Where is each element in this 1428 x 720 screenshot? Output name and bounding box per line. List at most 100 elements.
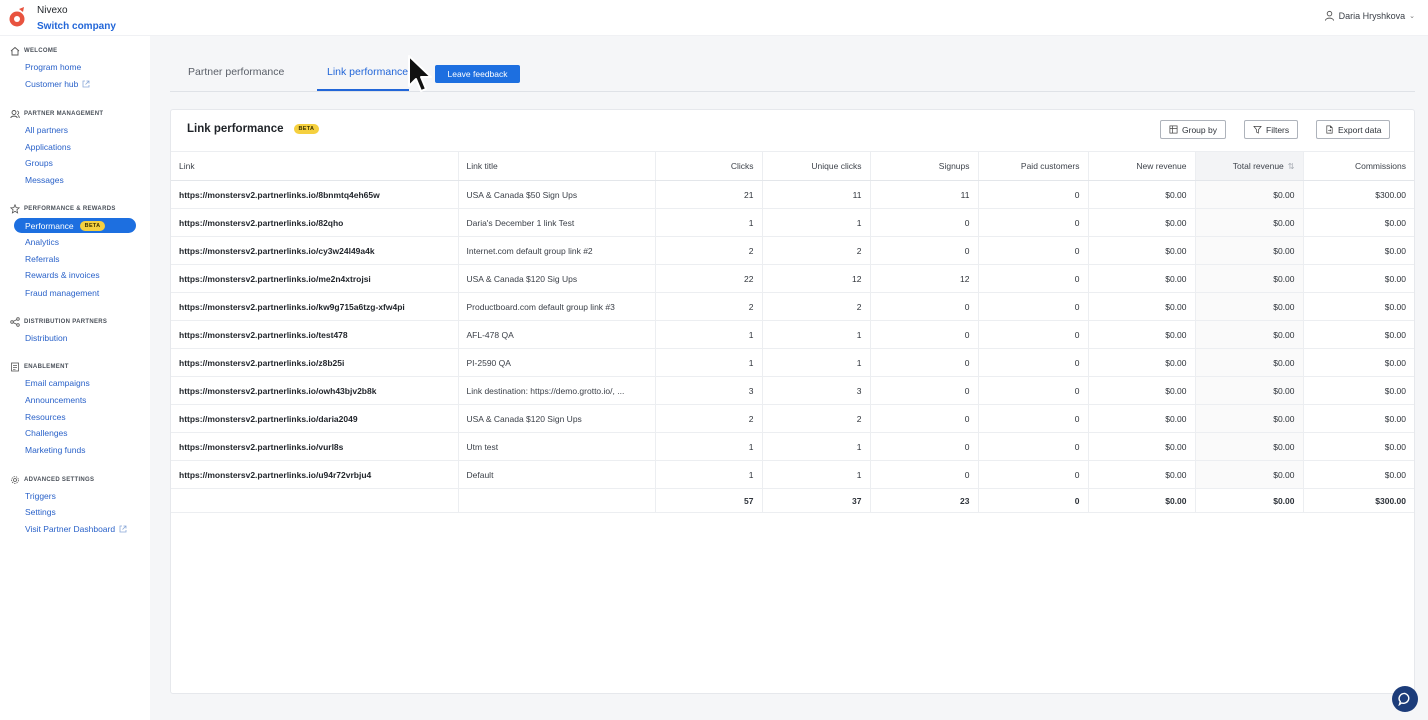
- cell-commissions: $0.00: [1303, 320, 1414, 349]
- chat-launcher-button[interactable]: [1392, 686, 1418, 712]
- table-row[interactable]: https://monstersv2.partnerlinks.io/82qho…: [171, 208, 1414, 237]
- table-row[interactable]: https://monstersv2.partnerlinks.io/test4…: [171, 320, 1414, 349]
- cell-total-revenue: $0.00: [1195, 292, 1304, 321]
- cell-clicks: 21: [655, 180, 763, 209]
- cell-clicks: 1: [655, 432, 763, 461]
- sidebar-item-marketing-funds[interactable]: Marketing funds: [25, 445, 85, 455]
- sidebar-item-groups[interactable]: Groups: [25, 158, 53, 168]
- beta-badge: BETA: [79, 220, 106, 231]
- sidebar-item-performance[interactable]: Performance BETA: [14, 218, 136, 233]
- table-row[interactable]: https://monstersv2.partnerlinks.io/kw9g7…: [171, 292, 1414, 321]
- column-header-link-title[interactable]: Link title: [458, 151, 656, 181]
- total-link: [171, 488, 459, 513]
- sidebar-section-partner-management: PARTNER MANAGEMENT: [10, 109, 103, 119]
- cell-new-revenue: $0.00: [1088, 208, 1196, 237]
- cell-signups: 12: [870, 264, 979, 293]
- total-link-title: [458, 488, 656, 513]
- cell-paid-customers: 0: [978, 320, 1089, 349]
- column-header-unique-clicks[interactable]: Unique clicks: [762, 151, 871, 181]
- users-icon: [10, 110, 20, 119]
- cell-commissions: $0.00: [1303, 460, 1414, 489]
- cell-new-revenue: $0.00: [1088, 236, 1196, 265]
- column-header-commissions[interactable]: Commissions: [1303, 151, 1414, 181]
- chat-icon: [1398, 692, 1410, 706]
- switch-company-link[interactable]: Switch company: [37, 21, 116, 32]
- cell-paid-customers: 0: [978, 376, 1089, 405]
- sidebar-item-fraud-management[interactable]: Fraud management: [25, 288, 99, 298]
- cell-signups: 0: [870, 348, 979, 377]
- sidebar-item-applications[interactable]: Applications: [25, 142, 71, 152]
- total-commissions: $300.00: [1303, 488, 1414, 513]
- user-menu[interactable]: Daria Hryshkova ⌄: [1324, 10, 1415, 21]
- export-icon: [1326, 125, 1333, 134]
- sidebar-item-email-campaigns[interactable]: Email campaigns: [25, 378, 90, 388]
- document-icon: [11, 362, 19, 372]
- sidebar-section-welcome: WELCOME: [10, 46, 57, 56]
- cell-total-revenue: $0.00: [1195, 208, 1304, 237]
- table-row[interactable]: https://monstersv2.partnerlinks.io/z8b25…: [171, 348, 1414, 377]
- column-header-new-revenue[interactable]: New revenue: [1088, 151, 1196, 181]
- table-row[interactable]: https://monstersv2.partnerlinks.io/me2n4…: [171, 264, 1414, 293]
- column-header-link[interactable]: Link: [171, 151, 459, 181]
- sidebar-item-program-home[interactable]: Program home: [25, 62, 81, 72]
- column-header-paid-customers[interactable]: Paid customers: [978, 151, 1089, 181]
- table-row[interactable]: https://monstersv2.partnerlinks.io/owh43…: [171, 376, 1414, 405]
- table-row[interactable]: https://monstersv2.partnerlinks.io/u94r7…: [171, 460, 1414, 489]
- filters-button[interactable]: Filters: [1244, 120, 1299, 139]
- table-row[interactable]: https://monstersv2.partnerlinks.io/vurl8…: [171, 432, 1414, 461]
- cell-total-revenue: $0.00: [1195, 460, 1304, 489]
- mouse-cursor-icon: [408, 55, 432, 92]
- sidebar-item-challenges[interactable]: Challenges: [25, 428, 68, 438]
- tab-link-performance[interactable]: Link performance: [327, 66, 408, 78]
- column-header-signups[interactable]: Signups: [870, 151, 979, 181]
- cell-clicks: 1: [655, 348, 763, 377]
- cell-new-revenue: $0.00: [1088, 320, 1196, 349]
- sidebar-item-announcements[interactable]: Announcements: [25, 395, 86, 405]
- cell-new-revenue: $0.00: [1088, 432, 1196, 461]
- sidebar-section-distribution-partners: DISTRIBUTION PARTNERS: [10, 317, 107, 327]
- cell-commissions: $0.00: [1303, 376, 1414, 405]
- cell-paid-customers: 0: [978, 264, 1089, 293]
- sidebar-item-referrals[interactable]: Referrals: [25, 254, 59, 264]
- sidebar-item-distribution[interactable]: Distribution: [25, 333, 68, 343]
- table-row[interactable]: https://monstersv2.partnerlinks.io/cy3w2…: [171, 236, 1414, 265]
- cell-signups: 0: [870, 404, 979, 433]
- cell-link: https://monstersv2.partnerlinks.io/test4…: [171, 320, 459, 349]
- cell-clicks: 2: [655, 404, 763, 433]
- sidebar-item-visit-partner-dashboard[interactable]: Visit Partner Dashboard: [25, 524, 127, 534]
- column-header-clicks[interactable]: Clicks: [655, 151, 763, 181]
- tab-partner-performance[interactable]: Partner performance: [188, 66, 284, 78]
- table-row[interactable]: https://monstersv2.partnerlinks.io/daria…: [171, 404, 1414, 433]
- cell-link: https://monstersv2.partnerlinks.io/owh43…: [171, 376, 459, 405]
- tab-bar: Partner performance Link performance: [170, 58, 1415, 92]
- totals-row: 57 37 23 0 $0.00 $0.00 $300.00: [171, 488, 1414, 513]
- sidebar-item-triggers[interactable]: Triggers: [25, 491, 56, 501]
- sidebar-item-resources[interactable]: Resources: [25, 412, 66, 422]
- sidebar-item-messages[interactable]: Messages: [25, 175, 64, 185]
- sort-icon[interactable]: ⇅: [1288, 162, 1295, 171]
- cell-clicks: 2: [655, 236, 763, 265]
- top-bar: Nivexo Switch company Daria Hryshkova ⌄: [0, 0, 1428, 36]
- table-row[interactable]: https://monstersv2.partnerlinks.io/8bnmt…: [171, 180, 1414, 209]
- sidebar-item-analytics[interactable]: Analytics: [25, 237, 59, 247]
- cell-unique-clicks: 12: [762, 264, 871, 293]
- cell-total-revenue: $0.00: [1195, 432, 1304, 461]
- total-total-revenue: $0.00: [1195, 488, 1304, 513]
- column-header-total-revenue[interactable]: Total revenue ⇅: [1195, 151, 1304, 181]
- cell-unique-clicks: 1: [762, 432, 871, 461]
- chevron-down-icon: ⌄: [1409, 12, 1415, 20]
- sidebar-item-all-partners[interactable]: All partners: [25, 125, 68, 135]
- total-new-revenue: $0.00: [1088, 488, 1196, 513]
- sidebar-item-customer-hub[interactable]: Customer hub: [25, 79, 90, 89]
- cell-clicks: 22: [655, 264, 763, 293]
- group-by-button[interactable]: Group by: [1160, 120, 1226, 139]
- cell-new-revenue: $0.00: [1088, 180, 1196, 209]
- sidebar-item-rewards-invoices[interactable]: Rewards & invoices: [25, 270, 100, 280]
- sidebar-item-settings[interactable]: Settings: [25, 507, 56, 517]
- cell-paid-customers: 0: [978, 404, 1089, 433]
- leave-feedback-button[interactable]: Leave feedback: [435, 65, 520, 83]
- export-data-button[interactable]: Export data: [1316, 120, 1391, 139]
- cell-unique-clicks: 1: [762, 348, 871, 377]
- cell-link-title: USA & Canada $120 Sign Ups: [458, 404, 656, 433]
- group-icon: [1169, 125, 1178, 134]
